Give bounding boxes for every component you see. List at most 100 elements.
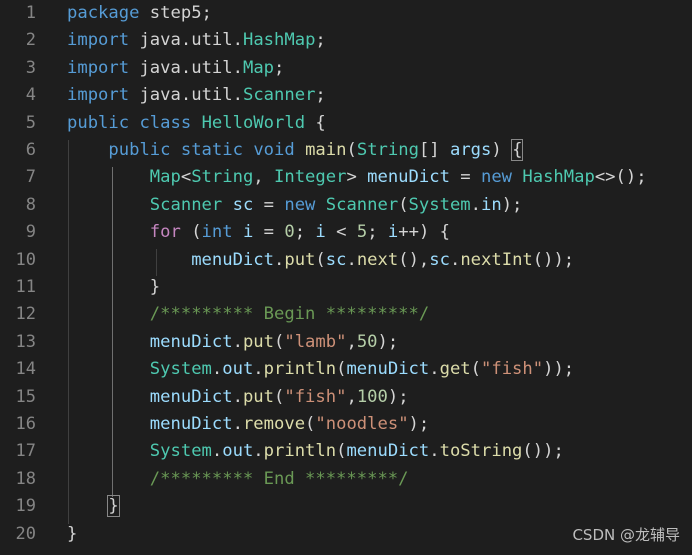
code-token: public [108, 140, 171, 160]
code-token: public [67, 112, 130, 133]
line-number: 18 [15, 468, 36, 489]
code-token: HashMap<>(); [522, 167, 647, 188]
code-token: System.out.println(menuDict.get( [149, 359, 482, 380]
code-token: 5 [356, 222, 368, 243]
code-line[interactable]: 15 menuDict.put("fish",100); [0, 384, 692, 411]
line-number: 5 [25, 112, 36, 133]
code-token: package [67, 3, 140, 23]
code-token: menuDict.put( [149, 386, 285, 407]
line-number: 13 [15, 331, 36, 352]
code-token: Map<String, Integer> menuDict = [149, 167, 481, 188]
code-text: System.out.println(menuDict.get("fish"))… [67, 356, 574, 383]
code-token: /********* End *********/ [149, 468, 409, 489]
line-number: 9 [25, 222, 36, 243]
watermark: CSDN @龙辅导 [572, 526, 680, 544]
code-line[interactable]: 19 } [0, 493, 692, 520]
line-number: 16 [15, 414, 36, 434]
code-token: "fish" [284, 386, 347, 407]
code-line[interactable]: 2 import java.util.HashMap; [0, 27, 692, 54]
code-text: menuDict.put(sc.next(),sc.nextInt()); [67, 247, 574, 274]
code-text: public class HelloWorld { [67, 110, 326, 137]
code-token: Scanner(System.in); [325, 194, 523, 215]
line-number: 3 [25, 57, 36, 78]
code-token: ,50); [346, 331, 399, 352]
line-number: 15 [15, 386, 36, 407]
code-text: Map<String, Integer> menuDict = new Hash… [67, 164, 647, 191]
line-number: 6 [25, 140, 36, 160]
code-line[interactable]: 16 menuDict.remove("noodles"); [0, 411, 692, 438]
code-line[interactable]: 6 public static void main(String[] args)… [0, 137, 692, 164]
code-token: ( [180, 222, 202, 243]
code-text: menuDict.remove("noodles"); [67, 411, 429, 438]
code-line[interactable]: 17 System.out.println(menuDict.toString(… [0, 438, 692, 465]
code-token: )); [543, 359, 575, 380]
matched-brace: { [511, 139, 524, 161]
code-token: ; i++) { [367, 222, 450, 243]
code-line[interactable]: 1 package step5; [0, 0, 692, 27]
line-number: 10 [15, 249, 36, 270]
matched-brace: } [107, 495, 120, 518]
code-line[interactable]: 3 import java.util.Map; [0, 55, 692, 82]
code-line[interactable]: 7 Map<String, Integer> menuDict = new Ha… [0, 164, 692, 191]
code-token: menuDict.put(sc.next(),sc.nextInt()); [191, 249, 575, 270]
line-number: 8 [25, 194, 36, 215]
code-text: } [67, 274, 160, 301]
code-text: menuDict.put("fish",100); [67, 384, 409, 411]
code-token: HelloWorld { [201, 112, 326, 133]
line-number: 17 [15, 441, 36, 462]
code-token: import [67, 85, 130, 106]
code-token: menuDict.remove( [149, 414, 316, 434]
code-line[interactable]: 9 for (int i = 0; i < 5; i++) { [0, 219, 692, 246]
code-text: import java.util.HashMap; [67, 27, 326, 54]
code-token: java.util.HashMap; [139, 30, 326, 51]
code-token: class [139, 112, 192, 133]
code-line[interactable]: 18 /********* End *********/ [0, 466, 692, 493]
code-token: int [201, 222, 233, 243]
line-number: 12 [15, 304, 36, 325]
line-number: 14 [15, 359, 36, 380]
code-token: step5; [149, 3, 212, 23]
code-token: ; i < [294, 222, 357, 243]
code-line[interactable]: 8 Scanner sc = new Scanner(System.in); [0, 192, 692, 219]
code-token: java.util.Scanner; [139, 85, 326, 106]
code-token: import [67, 57, 130, 78]
code-token: new [480, 167, 513, 188]
line-number: 19 [15, 496, 36, 517]
line-number: 7 [25, 167, 36, 188]
code-token: ,100); [346, 386, 409, 407]
line-number: 4 [25, 85, 36, 106]
code-line[interactable]: 13 menuDict.put("lamb",50); [0, 329, 692, 356]
code-text: } [67, 493, 120, 520]
code-token: void [253, 140, 295, 160]
code-line[interactable]: 11 } [0, 274, 692, 301]
code-text: /********* End *********/ [67, 466, 409, 493]
code-token: Scanner sc = [149, 194, 285, 215]
code-line[interactable]: 4 import java.util.Scanner; [0, 82, 692, 109]
code-token: System.out.println(menuDict.toString()); [149, 441, 564, 462]
code-line[interactable]: 14 System.out.println(menuDict.get("fish… [0, 356, 692, 383]
code-token: /********* Begin *********/ [149, 304, 430, 325]
code-text: } [67, 521, 77, 548]
code-token: } [67, 277, 161, 297]
code-line[interactable]: 12 /********* Begin *********/ [0, 301, 692, 328]
code-token: import [67, 30, 130, 51]
code-token: ); [408, 414, 430, 434]
code-text: import java.util.Map; [67, 55, 284, 82]
line-number: 20 [15, 523, 36, 544]
line-number: 11 [15, 277, 36, 297]
code-token: main(String[] args) [305, 140, 513, 160]
code-line[interactable]: 10 menuDict.put(sc.next(),sc.nextInt()); [0, 247, 692, 274]
code-text: package step5; [67, 0, 212, 27]
code-editor[interactable]: 1 package step5; 2 import java.util.HashMap… [0, 0, 692, 555]
code-token: } [67, 523, 78, 544]
code-token: "noodles" [315, 414, 409, 434]
line-number: 2 [25, 30, 36, 51]
code-token: 0 [284, 222, 295, 243]
code-text: import java.util.Scanner; [67, 82, 326, 109]
code-line[interactable]: 5 public class HelloWorld { [0, 110, 692, 137]
